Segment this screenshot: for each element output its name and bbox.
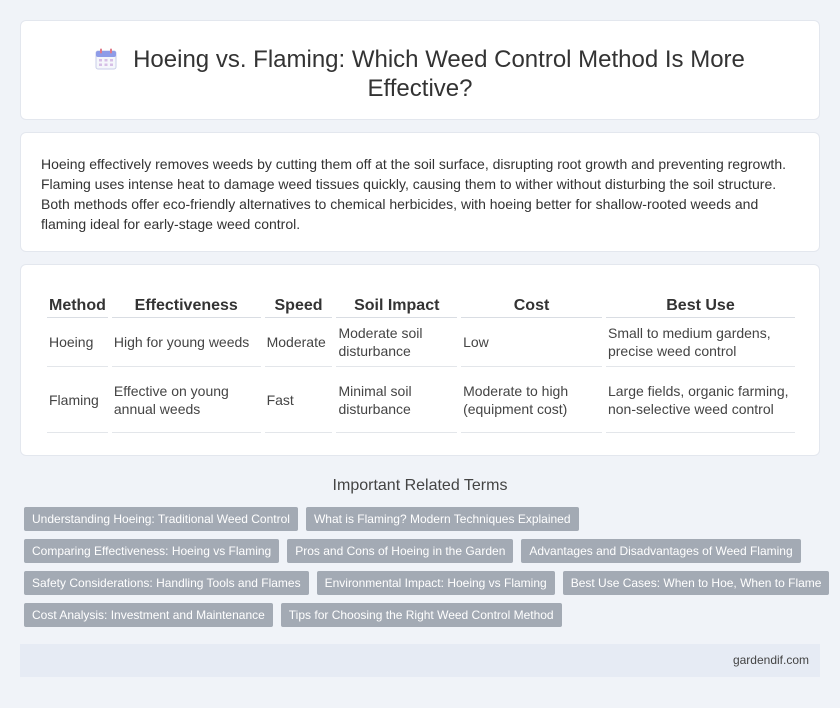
table-cell: High for young weeds (111, 318, 261, 367)
table-header-cell: Effectiveness (111, 293, 261, 318)
tag-row: Understanding Hoeing: Traditional Weed C… (20, 507, 824, 531)
table-row: Hoeing High for young weeds Moderate Mod… (47, 318, 795, 367)
page-title-wrap: Hoeing vs. Flaming: Which Weed Control M… (61, 45, 779, 103)
table-cell: Fast (264, 367, 333, 433)
related-terms-tags: Understanding Hoeing: Traditional Weed C… (20, 507, 830, 635)
comparison-table: Method Effectiveness Speed Soil Impact C… (43, 293, 799, 433)
tag-row: Safety Considerations: Handling Tools an… (20, 571, 830, 595)
related-term-tag[interactable]: Pros and Cons of Hoeing in the Garden (287, 539, 514, 563)
table-cell: Moderate to high (equipment cost) (461, 367, 602, 433)
intro-paragraph: Hoeing effectively removes weeds by cutt… (41, 156, 786, 232)
footer-bar: gardendif.com (20, 644, 820, 677)
related-term-tag[interactable]: Best Use Cases: When to Hoe, When to Fla… (562, 571, 830, 595)
table-header-row: Method Effectiveness Speed Soil Impact C… (47, 293, 795, 318)
table-cell: Flaming (47, 367, 108, 433)
table-row: Flaming Effective on young annual weeds … (47, 367, 795, 433)
table-header-cell: Best Use (605, 293, 795, 318)
table-cell: Small to medium gardens, precise weed co… (605, 318, 795, 367)
title-card: Hoeing vs. Flaming: Which Weed Control M… (20, 20, 820, 120)
related-term-tag[interactable]: Understanding Hoeing: Traditional Weed C… (24, 507, 298, 531)
comparison-card: Method Effectiveness Speed Soil Impact C… (20, 264, 820, 456)
table-cell: Large fields, organic farming, non-selec… (605, 367, 795, 433)
related-term-tag[interactable]: Safety Considerations: Handling Tools an… (24, 571, 309, 595)
related-term-tag[interactable]: Environmental Impact: Hoeing vs Flaming (316, 571, 555, 595)
table-header-cell: Soil Impact (336, 293, 458, 318)
footer-site-link[interactable]: gardendif.com (733, 653, 809, 667)
table-cell: Low (461, 318, 602, 367)
table-cell: Hoeing (47, 318, 108, 367)
tag-row: Comparing Effectiveness: Hoeing vs Flami… (20, 539, 824, 563)
table-cell: Moderate soil disturbance (336, 318, 458, 367)
related-term-tag[interactable]: Cost Analysis: Investment and Maintenanc… (24, 603, 273, 627)
tag-row: Cost Analysis: Investment and Maintenanc… (20, 603, 824, 627)
intro-card: Hoeing effectively removes weeds by cutt… (20, 132, 820, 252)
table-header-cell: Speed (264, 293, 333, 318)
related-term-tag[interactable]: Tips for Choosing the Right Weed Control… (280, 603, 562, 627)
table-cell: Moderate (264, 318, 333, 367)
table-header-cell: Method (47, 293, 108, 318)
related-term-tag[interactable]: What is Flaming? Modern Techniques Expla… (305, 507, 579, 531)
calendar-icon (95, 48, 117, 70)
related-term-tag[interactable]: Comparing Effectiveness: Hoeing vs Flami… (24, 539, 280, 563)
table-cell: Minimal soil disturbance (336, 367, 458, 433)
table-cell: Effective on young annual weeds (111, 367, 261, 433)
related-term-tag[interactable]: Advantages and Disadvantages of Weed Fla… (521, 539, 801, 563)
related-terms-heading: Important Related Terms (332, 477, 508, 494)
page-title: Hoeing vs. Flaming: Which Weed Control M… (133, 46, 745, 102)
table-header-cell: Cost (461, 293, 602, 318)
